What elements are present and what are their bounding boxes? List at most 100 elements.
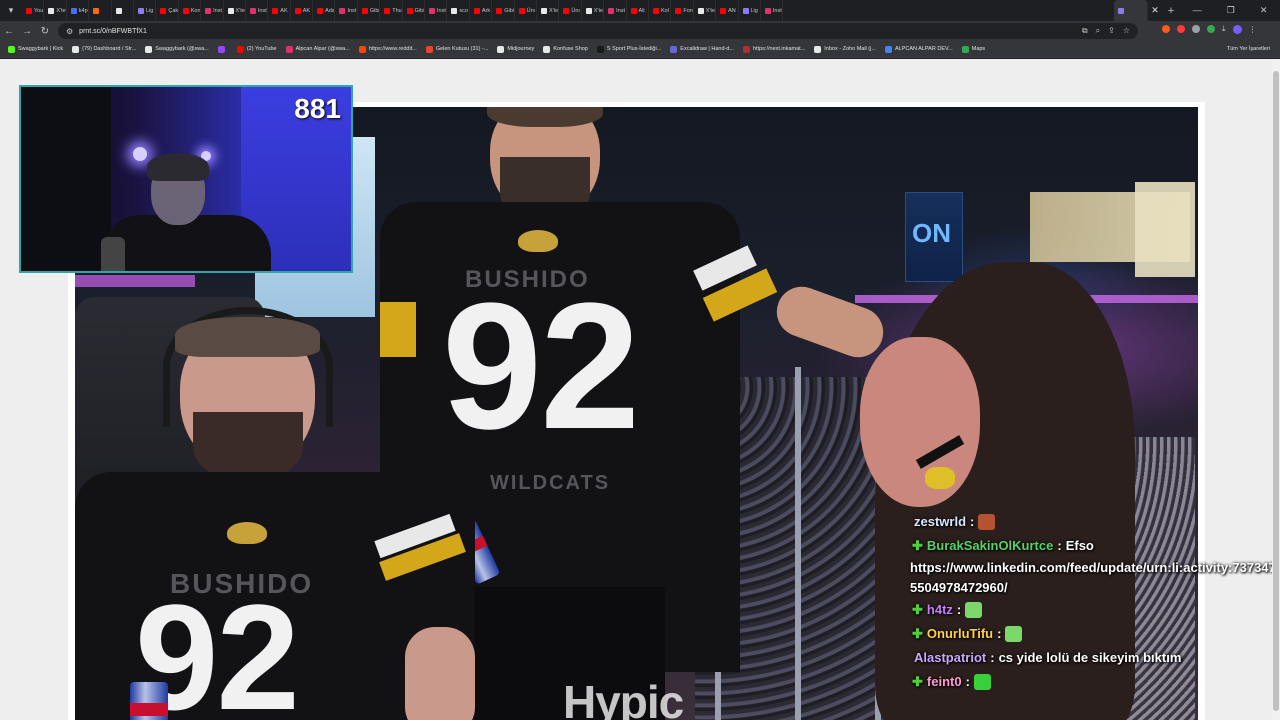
browser-tab[interactable]: Inst (335, 0, 358, 21)
bookmark-item[interactable]: Maps (961, 45, 986, 53)
bookmark-item[interactable]: https://www.reddit... (358, 45, 417, 53)
all-bookmarks-button[interactable]: Tüm Yer İşaretleri (1227, 46, 1270, 52)
tab-favicon (294, 7, 301, 14)
browser-tab[interactable]: sco (447, 0, 470, 21)
close-window-icon[interactable]: ✕ (1260, 5, 1268, 16)
browser-tab[interactable]: Çak (156, 0, 179, 21)
browser-tab[interactable]: Ali (627, 0, 649, 21)
share-icon[interactable]: ⇪ (1108, 26, 1115, 36)
browser-tab[interactable]: Ünı (515, 0, 537, 21)
bookmark-item[interactable]: Swaggybark (@swa... (145, 45, 209, 53)
browser-tab[interactable]: k4p (67, 0, 90, 21)
bookmark-item[interactable]: Swaggybark | Kick (8, 45, 63, 53)
zoom-icon[interactable]: ⌕ (1096, 26, 1100, 36)
new-tab-button[interactable]: + (1162, 5, 1180, 17)
tab-favicon (205, 7, 212, 14)
tab-active[interactable] (1114, 0, 1148, 21)
bookmark-item[interactable]: https://next.inkamat... (743, 45, 805, 53)
extension-icon-4[interactable] (1207, 25, 1215, 33)
bookmark-item[interactable]: ALPCAN ALPAR DEV... (884, 45, 953, 53)
browser-tab[interactable]: Inst (761, 0, 784, 21)
bookmark-item[interactable]: Alpcan Alpar (@swa... (285, 45, 350, 53)
browser-tab[interactable]: X'te (694, 0, 717, 21)
extensions-puzzle-icon[interactable]: ⋮ (1249, 25, 1257, 34)
bookmark-label: Swaggybark (@swa... (155, 46, 209, 52)
scrollbar-thumb[interactable] (1273, 71, 1279, 711)
restore-icon[interactable]: ❐ (1227, 5, 1235, 16)
minimize-icon[interactable]: — (1193, 5, 1202, 16)
page-scrollbar[interactable] (1272, 59, 1280, 720)
browser-tab[interactable]: Inst (201, 0, 224, 21)
tab-favicon (518, 7, 525, 14)
back-button[interactable]: ← (0, 26, 18, 37)
browser-tab[interactable]: Kon (179, 0, 202, 21)
browser-tab[interactable]: Lig (134, 0, 157, 21)
bookmark-item[interactable] (217, 45, 228, 53)
close-tab-icon[interactable]: ✕ (1148, 5, 1162, 16)
bookmark-star-icon[interactable]: ☆ (1123, 26, 1130, 36)
browser-tab[interactable]: Inst (246, 0, 269, 21)
bookmark-item[interactable]: Inbox - Zoho Mail (j... (814, 45, 876, 53)
forward-button[interactable]: → (18, 26, 36, 37)
browser-tab[interactable]: X'te (537, 0, 560, 21)
chat-separator: : (990, 650, 995, 665)
bookmark-item[interactable]: Konfuse Shop (543, 45, 588, 53)
extension-icon-2[interactable] (1177, 25, 1185, 33)
tab-label: Inst (616, 7, 626, 14)
site-info-icon[interactable]: ⚙ (66, 27, 73, 36)
tab-label: X'te (705, 7, 716, 14)
browser-tab[interactable]: X'te (44, 0, 67, 21)
bookmark-item[interactable]: Midjourney (497, 45, 534, 53)
browser-tab[interactable]: You (22, 0, 45, 21)
browser-tab[interactable]: X'te (224, 0, 246, 21)
browser-tab[interactable]: Inst (425, 0, 448, 21)
browser-tab[interactable]: Lig (739, 0, 761, 21)
bookmark-favicon (358, 45, 366, 53)
browser-tab[interactable]: Inst (604, 0, 627, 21)
address-bar[interactable]: ⚙ prnt.sc/0/nBFWBTfX1 ⧉ ⌕ ⇪ ☆ (58, 23, 1138, 39)
bookmarks-bar: Swaggybark | Kick (79) Dashboard / Str...… (0, 41, 1280, 58)
tab-favicon (339, 7, 346, 14)
bookmark-item[interactable]: (79) Dashboard / Str... (72, 45, 136, 53)
download-icon[interactable]: ⤓ (1222, 24, 1226, 34)
browser-tab[interactable]: AK (268, 0, 291, 21)
webcam-overlay: 881 (19, 85, 353, 273)
bookmark-item[interactable]: Excalidraw | Hand-d... (670, 45, 734, 53)
bookmark-favicon (425, 45, 433, 53)
tab-favicon (317, 7, 324, 14)
browser-tab[interactable]: Thu (380, 0, 403, 21)
browser-tab[interactable]: Gibi (403, 0, 426, 21)
browser-tab[interactable]: Kol (649, 0, 672, 21)
subscriber-badge-icon: ✚ (912, 674, 923, 689)
browser-tab[interactable]: Fon (671, 0, 694, 21)
tab-label: X'te (548, 7, 559, 14)
browser-tab[interactable]: Ünı (559, 0, 582, 21)
tab-favicon (429, 7, 436, 14)
browser-tab[interactable]: X'te (582, 0, 605, 21)
chat-emote-icon (1005, 626, 1023, 642)
tab-search-icon[interactable]: ▾ (0, 0, 22, 21)
install-app-icon[interactable]: ⧉ (1082, 26, 1088, 36)
extension-icon-1[interactable] (1162, 25, 1170, 33)
bookmark-label: Maps (971, 46, 986, 52)
extension-icon-3[interactable] (1192, 25, 1200, 33)
bookmark-item[interactable]: S Sport Plus-İstediği... (596, 45, 661, 53)
tab-favicon (652, 7, 659, 14)
jersey-sub-text: WILDCATS (490, 472, 611, 494)
url-text[interactable]: prnt.sc/0/nBFWBTfX1 (79, 28, 147, 35)
bookmark-item[interactable]: (2) YouTube (236, 45, 277, 53)
profile-avatar[interactable] (1232, 24, 1242, 34)
browser-tab[interactable]: AN (716, 0, 739, 21)
tab-favicon (496, 7, 503, 14)
browser-tab[interactable]: Gibi (492, 0, 515, 21)
reload-button[interactable]: ↻ (36, 26, 54, 37)
browser-tab[interactable] (89, 0, 112, 21)
browser-tab[interactable] (112, 0, 134, 21)
tab-label: AK (302, 7, 311, 14)
bookmark-item[interactable]: Gelen Kutusu (31) -... (425, 45, 488, 53)
browser-tab[interactable]: Ads (313, 0, 336, 21)
browser-tab[interactable]: AK (291, 0, 314, 21)
browser-tab[interactable]: Ark (470, 0, 493, 21)
chat-emote-icon (965, 602, 983, 618)
browser-tab[interactable]: Gibi (358, 0, 381, 21)
